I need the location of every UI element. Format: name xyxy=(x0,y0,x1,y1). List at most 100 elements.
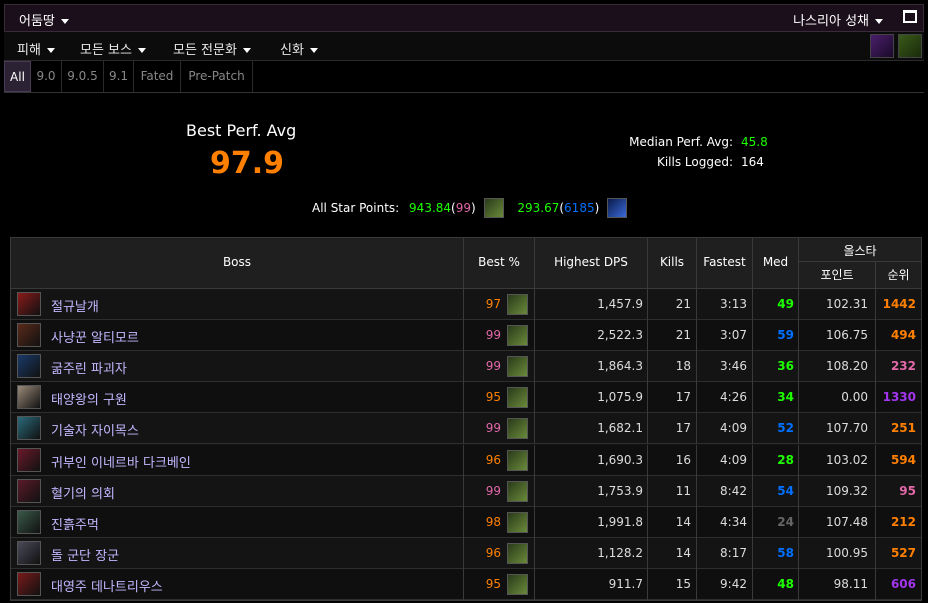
tab-9-1[interactable]: 9.1 xyxy=(104,61,134,92)
spec-icon xyxy=(507,387,528,409)
divider xyxy=(647,413,648,445)
header-rank[interactable]: 순위 xyxy=(876,266,921,283)
table-row[interactable]: 돌 군단 장군 96 1,128.2 14 8:17 58 100.95 527 xyxy=(11,537,921,569)
best-percent: 96 xyxy=(485,452,501,467)
divider xyxy=(752,413,753,445)
divider xyxy=(798,506,799,538)
fastest-time: 3:46 xyxy=(720,359,747,374)
header-kills[interactable]: Kills xyxy=(648,255,696,269)
chevron-down-icon xyxy=(46,48,55,53)
median-percent: 48 xyxy=(777,576,794,591)
header-boss[interactable]: Boss xyxy=(11,255,463,269)
spec-icon xyxy=(507,294,528,315)
boss-portrait-icon xyxy=(17,292,41,316)
highest-dps: 1,128.2 xyxy=(597,545,643,560)
header-dps[interactable]: Highest DPS xyxy=(535,255,647,269)
table-row[interactable]: 귀부인 이네르바 다크베인 96 1,690.3 16 4:09 28 103.02 594 xyxy=(11,444,921,476)
divider xyxy=(798,320,799,352)
tab-9-0-5[interactable]: 9.0.5 xyxy=(62,61,104,92)
boss-name-link[interactable]: 굶주린 파괴자 xyxy=(51,358,127,377)
raid-icon[interactable] xyxy=(870,34,894,58)
highest-dps: 1,864.3 xyxy=(597,359,643,374)
median-percent: 58 xyxy=(777,545,794,560)
table-row[interactable]: 혈기의 의회 99 1,753.9 11 8:42 54 109.32 95 xyxy=(11,475,921,507)
divider xyxy=(798,568,799,600)
metric-dropdown[interactable]: 피해 xyxy=(17,39,55,58)
boss-portrait-icon xyxy=(17,354,41,379)
maximize-icon[interactable] xyxy=(903,10,917,23)
star-rank-spec: 99 xyxy=(455,201,472,215)
character-dropdown[interactable]: 어둠땅 xyxy=(19,10,69,29)
divider xyxy=(696,289,697,320)
table-row[interactable]: 기술자 자이목스 99 1,682.1 17 4:09 52 107.70 251 xyxy=(11,413,921,445)
fastest-time: 3:07 xyxy=(720,328,747,343)
tab-pre-patch[interactable]: Pre-Patch xyxy=(181,61,253,92)
allstar-points: 106.75 xyxy=(826,328,868,343)
table-row[interactable]: 대영주 데나트리우스 95 911.7 15 9:42 48 98.11 606 xyxy=(11,568,921,600)
header-allstar: 올스타 xyxy=(843,244,877,258)
highest-dps: 1,753.9 xyxy=(597,483,643,498)
allstar-points: 109.32 xyxy=(826,483,868,498)
median-perf-value: 45.8 xyxy=(741,135,768,149)
allstar-rank: 95 xyxy=(899,483,916,498)
divider xyxy=(752,537,753,569)
chevron-down-icon xyxy=(309,48,318,53)
divider xyxy=(534,320,535,352)
server-dropdown[interactable]: 나스리아 성채 xyxy=(793,10,883,29)
boss-name-link[interactable]: 대영주 데나트리우스 xyxy=(51,576,163,595)
highest-dps: 1,690.3 xyxy=(597,452,643,467)
chevron-down-icon xyxy=(60,19,69,24)
header-points[interactable]: 포인트 xyxy=(799,266,875,283)
boss-name-link[interactable]: 사냥꾼 알티모르 xyxy=(51,327,139,346)
boss-name-link[interactable]: 진흙주먹 xyxy=(51,514,99,533)
table-row[interactable]: 진흙주먹 98 1,991.8 14 4:34 24 107.48 212 xyxy=(11,506,921,538)
boss-dropdown[interactable]: 모든 보스 xyxy=(80,39,146,58)
table-row[interactable]: 굶주린 파괴자 99 1,864.3 18 3:46 36 108.20 232 xyxy=(11,351,921,383)
table-row[interactable]: 태양왕의 구원 95 1,075.9 17 4:26 34 0.00 1330 xyxy=(11,382,921,414)
boss-name-link[interactable]: 돌 군단 장군 xyxy=(51,545,119,564)
divider xyxy=(463,413,464,445)
table-row[interactable]: 절규날개 97 1,457.9 21 3:13 49 102.31 1442 xyxy=(11,289,921,320)
boss-name-link[interactable]: 태양왕의 구원 xyxy=(51,389,127,408)
divider xyxy=(752,475,753,507)
chevron-down-icon xyxy=(242,48,251,53)
boss-name-link[interactable]: 기술자 자이목스 xyxy=(51,420,139,439)
spec-icon xyxy=(507,418,528,440)
key-icon[interactable] xyxy=(898,34,922,58)
header-best[interactable]: Best % xyxy=(464,255,534,269)
divider xyxy=(696,444,697,476)
spec-dropdown[interactable]: 모든 전문화 xyxy=(173,39,251,58)
allstar-rank: 606 xyxy=(890,576,916,591)
star-points-spec: 943.84 xyxy=(409,201,452,215)
divider xyxy=(752,289,753,320)
boss-portrait-icon xyxy=(17,509,41,534)
allstar-rank: 1442 xyxy=(882,297,916,311)
divider xyxy=(798,289,799,320)
divider xyxy=(534,506,535,538)
allstar-rank: 527 xyxy=(890,545,916,560)
best-percent: 99 xyxy=(485,483,501,498)
boss-name-link[interactable]: 귀부인 이네르바 다크베인 xyxy=(51,452,191,471)
chevron-down-icon xyxy=(875,19,883,24)
header-fastest[interactable]: Fastest xyxy=(697,255,752,269)
allstar-rank: 251 xyxy=(890,421,916,436)
kill-count: 17 xyxy=(675,390,691,405)
boss-name-link[interactable]: 혈기의 의회 xyxy=(51,483,115,502)
tab-9-0[interactable]: 9.0 xyxy=(31,61,62,92)
filter-menubar: 피해 모든 보스 모든 전문화 신화 xyxy=(4,32,924,61)
table-row[interactable]: 사냥꾼 알티모르 99 2,522.3 21 3:07 59 106.75 494 xyxy=(11,320,921,352)
divider xyxy=(696,382,697,414)
divider xyxy=(647,238,648,289)
table-body: 절규날개 97 1,457.9 21 3:13 49 102.31 1442 사냥꾼 알티모르 9… xyxy=(11,289,921,600)
tab-fated[interactable]: Fated xyxy=(134,61,181,92)
tab-all[interactable]: All xyxy=(4,61,31,92)
kill-count: 16 xyxy=(675,452,691,467)
boss-name-link[interactable]: 절규날개 xyxy=(51,296,99,315)
highest-dps: 1,991.8 xyxy=(597,514,643,529)
header-med[interactable]: Med xyxy=(753,255,798,269)
divider xyxy=(875,413,876,445)
best-percent: 99 xyxy=(485,421,501,436)
divider xyxy=(696,351,697,383)
divider xyxy=(534,568,535,600)
difficulty-dropdown[interactable]: 신화 xyxy=(280,39,318,58)
